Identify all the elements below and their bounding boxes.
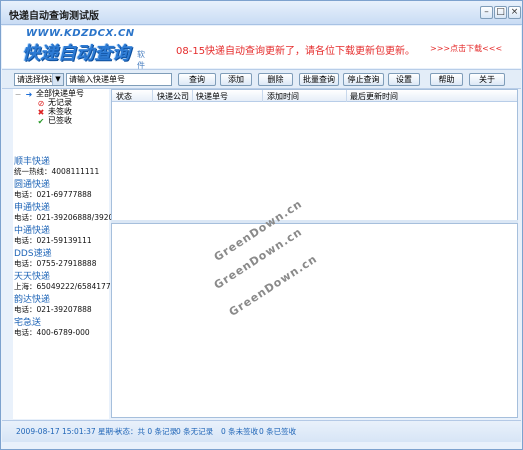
toolbar: 请选择快递 ▼ 请输入快递单号 查询 添加 删除 批量查询 停止查询 设置 帮助… (2, 69, 521, 89)
courier-phone: 电话：021-59139111 (14, 236, 92, 245)
column-header-added-time[interactable]: 添加时间 (267, 91, 299, 102)
logo-url: WWW.KDZDCX.CN (26, 28, 135, 39)
close-button[interactable]: × (508, 6, 521, 19)
tree-item-signed[interactable]: ✔ 已签收 (37, 116, 72, 126)
status-bar: 2009-08-17 15:01:37 星期一 状态：共 0 条记录 0 条无记… (2, 420, 521, 442)
about-button[interactable]: 关于 (469, 73, 505, 86)
courier-phone: 统一热线：4008111111 (14, 167, 100, 176)
batch-query-button[interactable]: 批量查询 (299, 73, 339, 86)
courier-directory: 顺丰快递 统一热线：4008111111 圆通快递 电话：021-6977788… (13, 149, 132, 419)
courier-phone: 上海：65049222/65841777 (14, 282, 116, 291)
maximize-button[interactable]: □ (494, 6, 507, 19)
courier-phone: 电话：400-6789-000 (14, 328, 90, 337)
column-header-status[interactable]: 状态 (116, 91, 132, 102)
add-button[interactable]: 添加 (220, 73, 252, 86)
app-logo: WWW.KDZDCX.CN 快递自动查询 软件 (12, 28, 145, 70)
tree-item-label: 全部快递单号 (36, 89, 84, 98)
delete-button[interactable]: 删除 (258, 73, 293, 86)
stop-query-button[interactable]: 停止查询 (343, 73, 384, 86)
tracking-detail-panel[interactable]: GreenDown.cn GreenDown.cn GreenDown.cn (111, 197, 518, 418)
settings-button[interactable]: 设置 (388, 73, 420, 86)
column-divider[interactable] (262, 90, 263, 102)
column-header-number[interactable]: 快递单号 (196, 91, 228, 102)
logo-subtitle: 软件 (137, 50, 145, 70)
window-title: 快递自动查询测试版 (9, 11, 99, 22)
tree-item-label: 无记录 (48, 98, 72, 107)
column-divider[interactable] (346, 90, 347, 102)
title-bar: 快递自动查询测试版 – □ × (1, 1, 522, 25)
download-link[interactable]: >>>点击下载<<< (430, 43, 502, 54)
check-icon: ✔ (37, 117, 45, 126)
courier-select[interactable]: 请选择快递 ▼ (14, 73, 64, 86)
chevron-down-icon[interactable]: ▼ (52, 74, 63, 85)
tree-item-label: 已签收 (48, 116, 72, 125)
minimize-button[interactable]: – (480, 6, 493, 19)
status-no-record: 0 条无记录 (176, 427, 214, 436)
query-button[interactable]: 查询 (178, 73, 216, 86)
tracking-number-input[interactable]: 请输入快递单号 (66, 73, 172, 86)
tree-item-label: 未签收 (48, 107, 72, 116)
banner: WWW.KDZDCX.CN 快递自动查询 软件 08-15快递自动查询更新了，请… (2, 26, 521, 70)
app-window: 快递自动查询测试版 – □ × WWW.KDZDCX.CN 快递自动查询 软件 … (0, 0, 523, 450)
courier-phone: 电话：0755-27918888 (14, 259, 97, 268)
status-unsigned: 0 条未签收 (221, 427, 259, 436)
courier-phone: 电话：021-69777888 (14, 190, 92, 199)
arrow-right-icon: ➜ (25, 90, 33, 99)
courier-select-value: 请选择快递 (17, 75, 57, 84)
collapse-icon[interactable]: − (14, 91, 22, 99)
status-total: 状态：共 0 条记录 (115, 427, 178, 436)
tracking-list-header: 状态 快递公司 快递单号 添加时间 最后更新时间 (112, 90, 517, 102)
tracking-list[interactable]: 状态 快递公司 快递单号 添加时间 最后更新时间 (111, 89, 518, 221)
column-divider[interactable] (152, 90, 153, 102)
status-datetime: 2009-08-17 15:01:37 星期一 (16, 427, 121, 436)
column-header-updated-time[interactable]: 最后更新时间 (350, 91, 398, 102)
category-tree: − ➜ 全部快递单号 ⊘ 无记录 ✖ 未签收 ✔ 已签收 (13, 89, 109, 149)
status-signed: 0 条已签收 (259, 427, 297, 436)
column-divider[interactable] (192, 90, 193, 102)
logo-title: 快递自动查询 (22, 43, 130, 64)
update-notice: 08-15快递自动查询更新了，请各位下载更新包更新。 (176, 46, 416, 57)
courier-phone: 电话：021-39207888 (14, 305, 92, 314)
column-header-company[interactable]: 快递公司 (157, 91, 189, 102)
help-button[interactable]: 帮助 (430, 73, 463, 86)
